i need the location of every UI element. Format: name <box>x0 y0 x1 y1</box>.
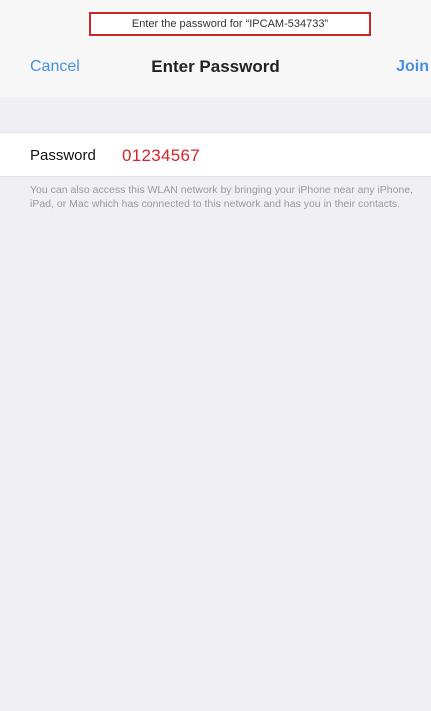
join-button[interactable]: Join <box>396 58 429 76</box>
page-title: Enter Password <box>151 57 280 76</box>
network-sharing-hint: You can also access this WLAN network by… <box>30 184 414 210</box>
navigation-bar: Enter the password for “IPCAM-534733” Ca… <box>0 0 431 97</box>
network-prompt-banner: Enter the password for “IPCAM-534733” <box>89 12 371 36</box>
password-field-row[interactable]: Password <box>0 132 431 177</box>
password-input[interactable] <box>122 144 412 168</box>
password-label: Password <box>30 147 96 164</box>
section-spacer <box>0 97 431 132</box>
